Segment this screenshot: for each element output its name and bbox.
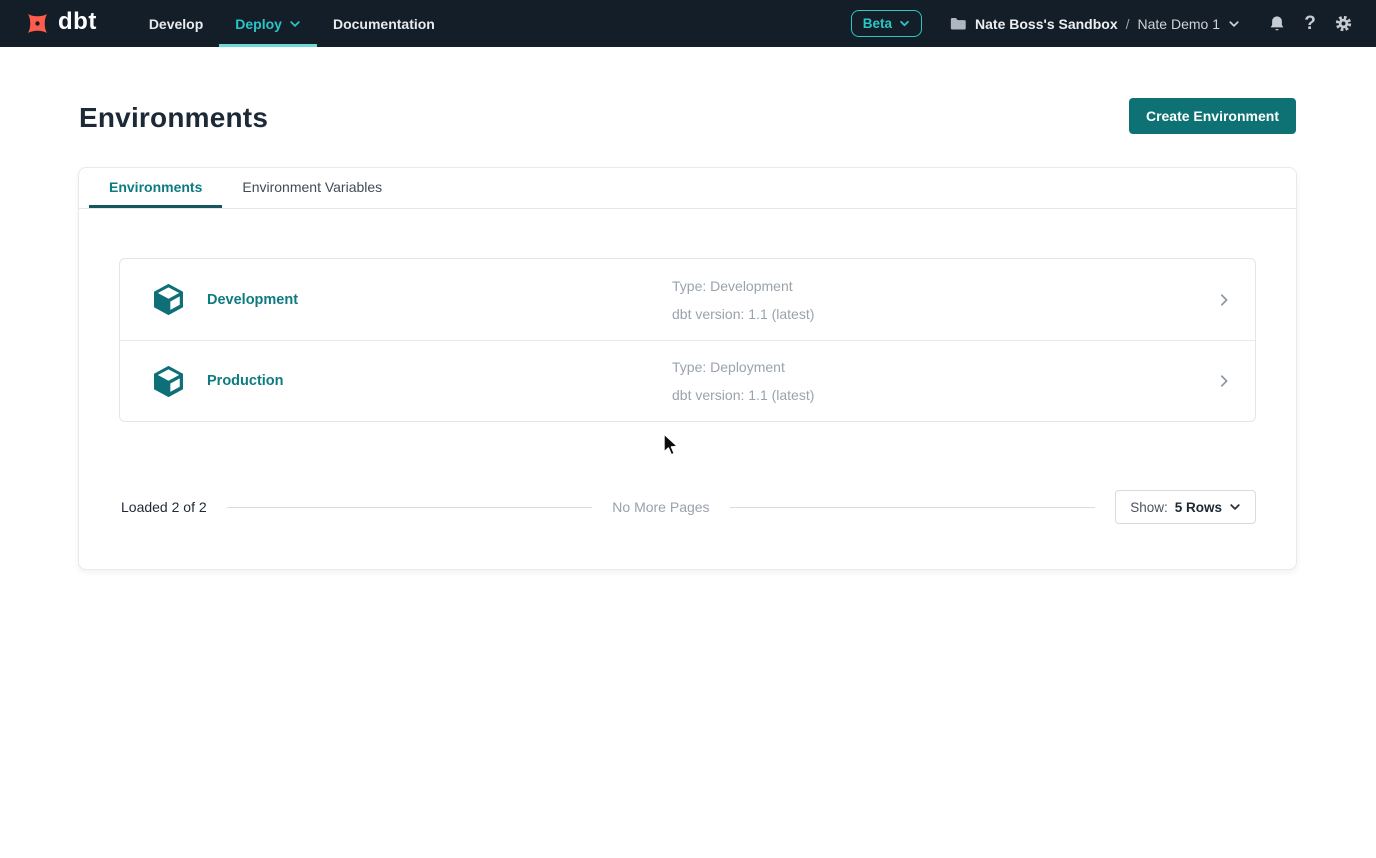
pagination-bar: Loaded 2 of 2 No More Pages Show: 5 Rows: [119, 490, 1256, 524]
breadcrumb-separator: /: [1126, 16, 1130, 32]
rows-per-page-dropdown[interactable]: Show: 5 Rows: [1115, 490, 1256, 524]
primary-nav: Develop Deploy Documentation: [133, 0, 451, 47]
tab-environments[interactable]: Environments: [89, 168, 222, 208]
logo-text: dbt: [58, 8, 97, 40]
loaded-count: Loaded 2 of 2: [121, 499, 207, 515]
environment-name: Production: [207, 373, 284, 389]
dbt-logo[interactable]: dbt: [0, 0, 111, 47]
environment-meta: Type: Deployment dbt version: 1.1 (lates…: [672, 353, 814, 409]
no-more-pages-label: No More Pages: [612, 499, 709, 515]
divider-line: [730, 507, 1096, 508]
divider-line: [227, 507, 593, 508]
beta-dropdown[interactable]: Beta: [851, 10, 922, 37]
environment-type: Type: Development: [672, 272, 814, 300]
create-environment-button[interactable]: Create Environment: [1129, 98, 1296, 134]
environment-meta: Type: Development dbt version: 1.1 (late…: [672, 272, 814, 328]
nav-item-develop[interactable]: Develop: [133, 0, 219, 47]
card-tabbar: Environments Environment Variables: [79, 168, 1296, 209]
help-icon[interactable]: ?: [1299, 13, 1321, 35]
chevron-down-icon: [289, 18, 301, 30]
nav-item-deploy[interactable]: Deploy: [219, 0, 317, 47]
settings-gear-icon[interactable]: [1332, 13, 1354, 35]
environment-cube-icon: [150, 363, 187, 400]
page-title: Environments: [79, 102, 268, 134]
chevron-down-icon: [1229, 501, 1241, 513]
breadcrumb: Nate Boss's Sandbox / Nate Demo 1: [950, 16, 1240, 32]
chevron-down-icon[interactable]: [1228, 18, 1240, 30]
environment-name: Development: [207, 292, 298, 308]
environment-row-development[interactable]: Development Type: Development dbt versio…: [120, 259, 1255, 340]
environment-version: dbt version: 1.1 (latest): [672, 300, 814, 328]
tab-environment-variables[interactable]: Environment Variables: [222, 168, 402, 208]
environment-cube-icon: [150, 281, 187, 318]
chevron-right-icon: [1217, 293, 1231, 307]
nav-item-documentation[interactable]: Documentation: [317, 0, 451, 47]
dbt-logo-icon: [24, 10, 51, 37]
notifications-bell-icon[interactable]: [1266, 13, 1288, 35]
account-name[interactable]: Nate Boss's Sandbox: [975, 16, 1118, 32]
folder-icon: [950, 16, 967, 31]
environment-version: dbt version: 1.1 (latest): [672, 381, 814, 409]
project-name[interactable]: Nate Demo 1: [1138, 16, 1220, 32]
environment-type: Type: Deployment: [672, 353, 814, 381]
environments-card: Environments Environment Variables Devel…: [78, 167, 1297, 570]
top-navbar: dbt Develop Deploy Documentation Beta: [0, 0, 1376, 47]
chevron-right-icon: [1217, 374, 1231, 388]
environment-row-production[interactable]: Production Type: Deployment dbt version:…: [120, 340, 1255, 421]
environment-list: Development Type: Development dbt versio…: [119, 258, 1256, 422]
chevron-down-icon: [899, 18, 910, 29]
